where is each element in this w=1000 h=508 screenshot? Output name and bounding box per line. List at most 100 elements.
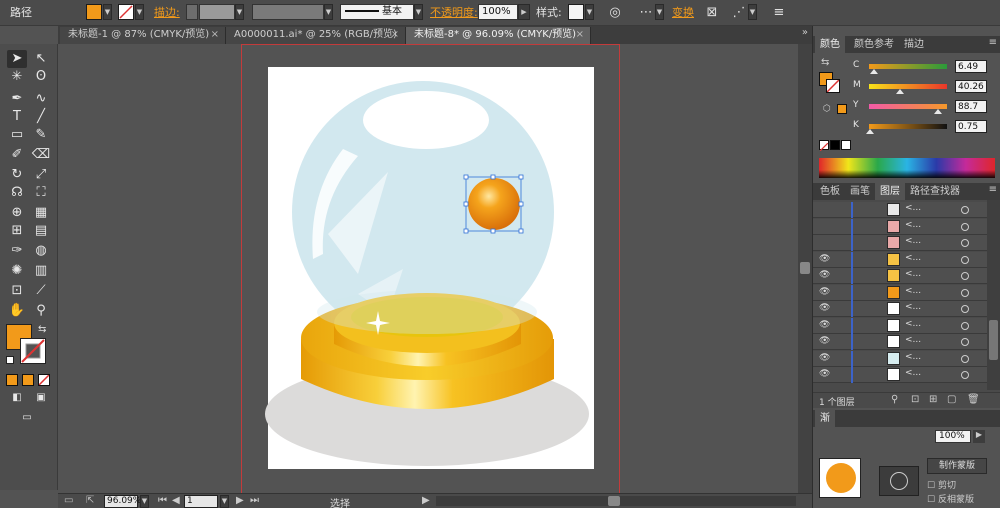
layer-row[interactable]: 👁 <... — [813, 350, 987, 367]
slider-knob[interactable] — [896, 89, 905, 94]
selection-handle[interactable] — [463, 174, 469, 180]
transparency-thumbnail[interactable] — [819, 458, 861, 498]
artboard-tool-icon[interactable]: ⊡ — [7, 282, 27, 300]
arrange-dropdown[interactable]: ▼ — [748, 4, 757, 20]
next-artboard-icon[interactable]: ▶ — [236, 495, 244, 506]
visibility-eye-icon[interactable]: 👁 — [819, 336, 831, 347]
scrollbar-thumb[interactable] — [800, 262, 810, 274]
recolor-icon[interactable]: ◎ — [606, 4, 624, 22]
blend-tool-icon[interactable]: ◍ — [31, 242, 51, 260]
visibility-eye-icon[interactable]: 👁 — [819, 320, 831, 331]
color-mode-icon[interactable] — [6, 374, 18, 386]
out-of-gamut-icon[interactable]: ⬡ — [823, 104, 831, 114]
slider-value-field[interactable]: 40.26 — [955, 80, 987, 93]
selection-handle[interactable] — [463, 228, 469, 234]
variable-width-field[interactable] — [252, 4, 324, 20]
layer-row[interactable]: 👁 <... — [813, 317, 987, 334]
tab-color-guide[interactable]: 颜色参考 — [849, 36, 899, 53]
rotate-tool-icon[interactable]: ↻ — [7, 166, 27, 184]
layer-row[interactable]: <... — [813, 235, 987, 251]
gradient-tool-icon[interactable]: ▤ — [31, 222, 51, 240]
brush-field[interactable]: 基本 — [340, 4, 414, 20]
layer-name[interactable]: <... — [905, 286, 921, 296]
selection-handle[interactable] — [518, 228, 524, 234]
change-screen-mode-icon[interactable]: ▭ — [17, 409, 37, 427]
brush-dropdown[interactable]: ▼ — [414, 4, 423, 20]
stroke-swatch[interactable] — [118, 4, 134, 20]
visibility-eye-icon[interactable]: 👁 — [819, 254, 831, 265]
panel-menu-icon[interactable]: ≡ — [770, 4, 788, 22]
tab-color[interactable]: 颜色 — [815, 36, 845, 53]
paintbrush-tool-icon[interactable]: ✎ — [31, 126, 51, 144]
align-icon[interactable]: ⋯ — [637, 4, 655, 22]
slider-knob[interactable] — [865, 129, 874, 134]
visibility-eye-icon[interactable]: 👁 — [819, 303, 831, 314]
layer-row[interactable]: 👁 <... — [813, 251, 987, 268]
target-circle-icon[interactable] — [961, 288, 969, 297]
selection-handle[interactable] — [490, 174, 496, 180]
horizontal-scrollbar-thumb[interactable] — [608, 496, 620, 506]
target-circle-icon[interactable] — [961, 206, 969, 214]
opacity-field[interactable]: 100% — [478, 4, 518, 20]
export-icon[interactable]: ⇱ — [86, 495, 94, 506]
target-circle-icon[interactable] — [961, 321, 969, 330]
layer-name[interactable]: <... — [905, 253, 921, 263]
visibility-eye-icon[interactable]: 👁 — [819, 270, 831, 281]
tab-layers[interactable]: 图层 — [875, 183, 905, 200]
tab-document-1[interactable]: 未标题-1 @ 87% (CMYK/预览) × — [60, 27, 226, 44]
tab-document-2[interactable]: A0000011.ai* @ 25% (RGB/预览) × — [226, 27, 406, 44]
drawing-mode-icon[interactable]: ◧ — [7, 389, 27, 407]
slider-knob[interactable] — [934, 109, 943, 114]
layer-row[interactable]: 👁 <... — [813, 367, 987, 383]
style-swatch[interactable] — [568, 4, 584, 20]
layer-row[interactable]: 👁 <... — [813, 268, 987, 284]
layer-name[interactable]: <... — [905, 352, 921, 362]
stroke-dropdown[interactable]: ▼ — [135, 4, 144, 20]
layers-scrollbar-thumb[interactable] — [989, 320, 998, 360]
slider-value-field[interactable]: 88.7 — [955, 100, 987, 113]
slider-value-field[interactable]: 6.49 — [955, 60, 987, 73]
target-circle-icon[interactable] — [961, 305, 969, 313]
invert-mask-checkbox[interactable]: ☐ 反相蒙版 — [927, 492, 974, 505]
line-tool-icon[interactable]: ╱ — [31, 108, 51, 126]
last-artboard-icon[interactable]: ⏭ — [250, 495, 259, 506]
prev-artboard-icon[interactable]: ◀ — [172, 495, 180, 506]
visibility-eye-icon[interactable] — [819, 237, 831, 248]
target-circle-icon[interactable] — [961, 272, 969, 280]
stroke-stepper[interactable] — [186, 4, 198, 20]
target-circle-icon[interactable] — [961, 239, 969, 247]
target-circle-icon[interactable] — [961, 338, 969, 346]
zoom-field[interactable]: 96.09% — [104, 495, 141, 508]
layer-row[interactable]: 👁 <... — [813, 334, 987, 350]
style-dropdown[interactable]: ▼ — [585, 4, 594, 20]
layers-scrollbar[interactable] — [987, 200, 1000, 390]
layer-name[interactable]: <... — [905, 203, 921, 213]
selection-handle[interactable] — [518, 201, 524, 207]
slider-track[interactable] — [869, 84, 947, 89]
visibility-eye-icon[interactable]: 👁 — [819, 353, 831, 364]
transparency-opacity-field[interactable]: 100% — [935, 430, 971, 443]
column-graph-tool-icon[interactable]: ▥ — [31, 262, 51, 280]
target-circle-icon[interactable] — [961, 255, 969, 264]
magic-wand-tool-icon[interactable]: ✳ — [7, 68, 27, 86]
panel-menu-icon[interactable]: ≡ — [989, 37, 997, 48]
white-swatch[interactable] — [841, 140, 851, 150]
selection-handle[interactable] — [490, 228, 496, 234]
first-artboard-icon[interactable]: ⏮ — [158, 495, 167, 506]
artboard-dropdown[interactable]: ▼ — [220, 495, 229, 508]
zoom-dropdown[interactable]: ▼ — [140, 495, 149, 508]
layer-row[interactable]: <... — [813, 202, 987, 218]
close-icon[interactable]: × — [391, 27, 399, 43]
layer-name[interactable]: <... — [905, 220, 921, 230]
artboard-field[interactable]: 1 — [184, 495, 218, 508]
none-mode-icon[interactable] — [38, 374, 50, 386]
clipping-mask-icon[interactable]: ⊡ — [911, 394, 919, 405]
tab-swatches[interactable]: 色板 — [815, 183, 845, 200]
pen-tool-icon[interactable]: ✒ — [7, 90, 27, 108]
new-layer-icon[interactable]: ▢ — [947, 394, 956, 405]
layer-name[interactable]: <... — [905, 319, 921, 329]
locate-object-icon[interactable]: ⚲ — [891, 394, 898, 405]
target-circle-icon[interactable] — [961, 222, 969, 231]
visibility-eye-icon[interactable]: 👁 — [819, 369, 831, 380]
selection-tool-icon[interactable]: ➤ — [7, 50, 27, 68]
